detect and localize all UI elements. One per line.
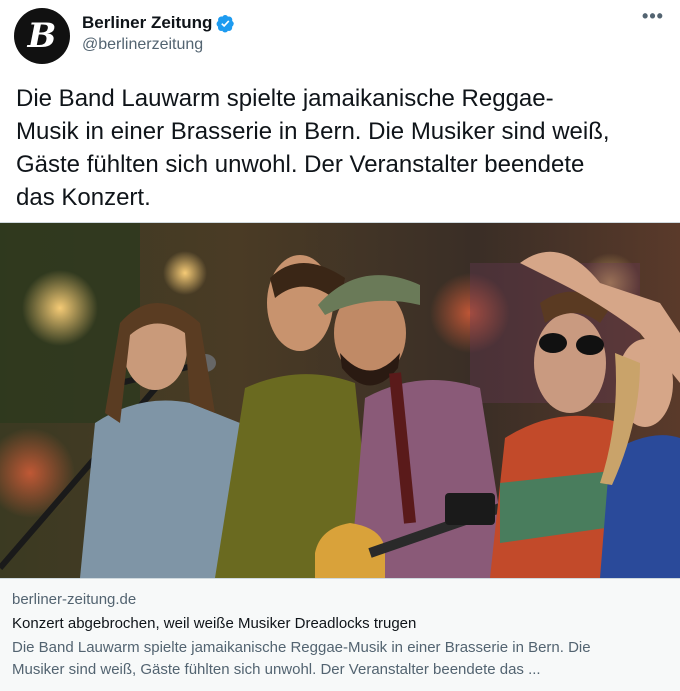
avatar-logo: B	[27, 16, 57, 56]
card-image[interactable]	[0, 223, 680, 578]
card-description-line: Musiker sind weiß, Gäste fühlten sich un…	[12, 661, 541, 678]
card-title: Konzert abgebrochen, weil weiße Musiker …	[12, 615, 417, 632]
tweet-header: B Berliner Zeitung @berlinerzeitung	[14, 8, 666, 64]
tweet-text: Die Band Lauwarm spielte jamaikanische R…	[16, 85, 610, 211]
handle[interactable]: @berlinerzeitung	[82, 36, 235, 54]
link-card[interactable]: berliner-zeitung.de Konzert abgebrochen,…	[0, 222, 680, 691]
card-meta: berliner-zeitung.de Konzert abgebrochen,…	[0, 578, 680, 691]
avatar[interactable]: B	[14, 8, 70, 64]
display-name-row: Berliner Zeitung	[82, 13, 235, 33]
band-photo	[0, 223, 680, 578]
more-options-icon[interactable]: •••	[638, 4, 668, 28]
card-description: Die Band Lauwarm spielte jamaikanische R…	[12, 637, 668, 681]
card-description-line: Die Band Lauwarm spielte jamaikanische R…	[12, 639, 591, 656]
display-name[interactable]: Berliner Zeitung	[82, 13, 212, 33]
author-names: Berliner Zeitung @berlinerzeitung	[82, 13, 235, 54]
verified-badge-icon	[216, 14, 235, 32]
tweet: B Berliner Zeitung @berlinerzeitung ••• …	[0, 0, 680, 691]
card-domain: berliner-zeitung.de	[12, 591, 137, 608]
